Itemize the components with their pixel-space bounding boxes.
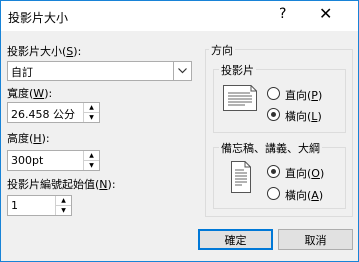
slide-size-value: 自訂 [11, 66, 33, 79]
start-number-input[interactable]: 1 [11, 199, 18, 212]
orientation-group-title: 方向 [209, 42, 235, 58]
chevron-down-icon[interactable] [173, 62, 191, 80]
slide-size-dialog: 投影片大小 ? ✕ 投影片大小(S): 自訂 寬度(W): 26.458 公分 … [0, 0, 359, 262]
slide-size-select[interactable]: 自訂 [7, 61, 192, 81]
width-spinner[interactable]: 26.458 公分 ▲ ▼ [7, 102, 100, 123]
spin-up-icon[interactable]: ▲ [84, 151, 99, 161]
slides-portrait-radio[interactable] [267, 87, 280, 100]
close-button[interactable]: ✕ [319, 4, 332, 23]
spin-up-icon[interactable]: ▲ [84, 103, 99, 113]
notes-portrait-label[interactable]: 直向(O) [285, 165, 324, 181]
height-label: 高度(H): [7, 132, 50, 145]
notes-portrait-radio[interactable] [267, 165, 280, 178]
spin-down-icon[interactable]: ▼ [84, 161, 99, 170]
ok-button[interactable]: 確定 [198, 229, 273, 250]
spin-down-icon[interactable]: ▼ [84, 113, 99, 122]
spin-up-icon[interactable]: ▲ [56, 196, 71, 206]
slides-landscape-label[interactable]: 橫向(L) [285, 108, 322, 124]
slides-group-title: 投影片 [219, 62, 256, 78]
spin-down-icon[interactable]: ▼ [56, 206, 71, 215]
start-number-label: 投影片編號起始值(N): [7, 178, 116, 191]
cancel-button[interactable]: 取消 [278, 229, 353, 250]
slides-portrait-label[interactable]: 直向(P) [285, 87, 322, 103]
portrait-page-icon [231, 161, 251, 196]
slide-size-label: 投影片大小(S): [7, 45, 82, 58]
title-bar: 投影片大小 ? ✕ [1, 1, 358, 31]
notes-landscape-label[interactable]: 橫向(A) [285, 187, 323, 203]
height-spinner[interactable]: 300pt ▲ ▼ [7, 150, 100, 171]
slides-landscape-radio[interactable] [267, 108, 280, 121]
start-number-spinner[interactable]: 1 ▲ ▼ [7, 195, 72, 216]
dialog-title: 投影片大小 [8, 11, 69, 25]
height-input[interactable]: 300pt [11, 154, 43, 167]
width-input[interactable]: 26.458 公分 [11, 106, 75, 122]
landscape-page-icon [223, 85, 257, 114]
width-label: 寬度(W): [7, 87, 53, 100]
help-button[interactable]: ? [279, 6, 286, 22]
notes-landscape-radio[interactable] [267, 187, 280, 200]
notes-group-title: 備忘稿、講義、大綱 [219, 140, 322, 156]
